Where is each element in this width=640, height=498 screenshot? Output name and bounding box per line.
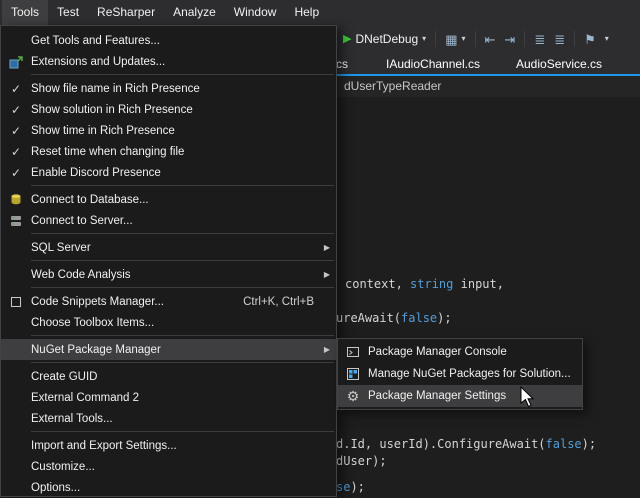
chevron-down-icon[interactable]: ▾ [605, 35, 609, 43]
menu-item-nuget-package-manager[interactable]: NuGet Package Manager ▶ [1, 339, 336, 360]
menu-item-show-solution-in-rich-presence[interactable]: ✓ Show solution in Rich Presence [1, 99, 336, 120]
menu-item-show-time-in-rich-presence[interactable]: ✓ Show time in Rich Presence [1, 120, 336, 141]
menubar: Tools Test ReSharper Analyze Window Help [0, 0, 640, 25]
start-debug-button[interactable]: ▶ DNetDebug ▾ [343, 32, 426, 46]
checkmark-icon: ✓ [11, 82, 21, 96]
toolbar-separator [524, 31, 525, 47]
menu-item-connect-to-server[interactable]: Connect to Server... [1, 210, 336, 231]
menu-item-enable-discord-presence[interactable]: ✓ Enable Discord Presence [1, 162, 336, 183]
list-members-icon[interactable]: ≣ [534, 33, 545, 46]
navigate-forward-icon[interactable]: ⇥ [504, 33, 515, 46]
menubar-item-tools[interactable]: Tools [2, 0, 48, 25]
menubar-item-analyze[interactable]: Analyze [164, 0, 225, 25]
checkmark-icon: ✓ [11, 124, 21, 138]
run-config-label: DNetDebug [355, 32, 418, 46]
menubar-item-window[interactable]: Window [225, 0, 286, 25]
menu-item-package-manager-console[interactable]: Package Manager Console [338, 341, 582, 363]
chevron-down-icon: ▾ [422, 35, 426, 43]
code-line: d.Id, userId).ConfigureAwait(false); [336, 437, 596, 451]
submenu-arrow-icon: ▶ [318, 243, 330, 252]
menu-item-manage-nuget-packages-for-solution[interactable]: Manage NuGet Packages for Solution... [338, 363, 582, 385]
start-debug-icon: ▶ [343, 34, 351, 45]
console-icon [346, 345, 360, 359]
menu-item-get-tools-and-features[interactable]: Get Tools and Features... [1, 30, 336, 51]
parameter-info-icon[interactable]: ≣ [554, 33, 565, 46]
code-line: ureAwait(false); [336, 311, 452, 325]
menu-separator [31, 335, 334, 336]
menu-item-sql-server[interactable]: SQL Server ▶ [1, 237, 336, 258]
toolbar-separator [574, 31, 575, 47]
toolbar-separator [435, 31, 436, 47]
menu-item-options[interactable]: Options... [1, 477, 336, 498]
extensions-icon [9, 55, 23, 69]
attach-button[interactable]: ▦ ▾ [445, 33, 465, 46]
menu-item-show-file-name-in-rich-presence[interactable]: ✓ Show file name in Rich Presence [1, 78, 336, 99]
menu-separator [31, 287, 334, 288]
menu-item-connect-to-database[interactable]: Connect to Database... [1, 189, 336, 210]
menu-separator [31, 362, 334, 363]
nuget-submenu: Package Manager Console Manage NuGet Pac… [337, 338, 583, 410]
menubar-item-help[interactable]: Help [285, 0, 328, 25]
code-line: context, string input, [345, 277, 504, 291]
navigate-back-icon[interactable]: ⇤ [485, 33, 496, 46]
server-icon [9, 214, 23, 228]
menu-item-choose-toolbox-items[interactable]: Choose Toolbox Items... [1, 312, 336, 333]
menu-item-web-code-analysis[interactable]: Web Code Analysis ▶ [1, 264, 336, 285]
attach-icon: ▦ [445, 33, 457, 46]
bookmark-icon[interactable]: ⚑ [584, 33, 596, 46]
breadcrumb-type-label: dUserTypeReader [344, 79, 441, 93]
database-icon [9, 193, 23, 207]
gear-icon: ⚙ [347, 388, 360, 405]
submenu-arrow-icon: ▶ [318, 270, 330, 279]
menu-item-extensions-and-updates[interactable]: Extensions and Updates... [1, 51, 336, 72]
menu-separator [31, 431, 334, 432]
menu-item-external-command-2[interactable]: External Command 2 [1, 387, 336, 408]
menu-item-external-tools[interactable]: External Tools... [1, 408, 336, 429]
submenu-arrow-icon: ▶ [318, 345, 330, 354]
menu-separator [31, 260, 334, 261]
menu-item-code-snippets-manager[interactable]: Code Snippets Manager... Ctrl+K, Ctrl+B [1, 291, 336, 312]
snippets-icon [9, 295, 23, 309]
menu-item-reset-time-when-changing-file[interactable]: ✓ Reset time when changing file [1, 141, 336, 162]
tab-audioservice[interactable]: AudioService.cs [508, 54, 610, 74]
toolbar-separator [475, 31, 476, 47]
menu-separator [31, 185, 334, 186]
code-line: dUser); [336, 454, 387, 468]
tools-menu: Get Tools and Features... Extensions and… [0, 25, 337, 497]
checkmark-icon: ✓ [11, 145, 21, 159]
checkmark-icon: ✓ [11, 166, 21, 180]
menubar-item-test[interactable]: Test [48, 0, 88, 25]
menu-shortcut: Ctrl+K, Ctrl+B [243, 296, 314, 308]
checkmark-icon: ✓ [11, 103, 21, 117]
menu-separator [31, 233, 334, 234]
menu-item-customize[interactable]: Customize... [1, 456, 336, 477]
tab-iaudiochannel[interactable]: IAudioChannel.cs [378, 54, 488, 74]
menubar-item-resharper[interactable]: ReSharper [88, 0, 164, 25]
code-line: se); [336, 480, 365, 494]
chevron-down-icon: ▾ [461, 35, 465, 43]
menu-item-import-and-export-settings[interactable]: Import and Export Settings... [1, 435, 336, 456]
packages-icon [346, 367, 360, 381]
menu-separator [31, 74, 334, 75]
menu-item-package-manager-settings[interactable]: ⚙ Package Manager Settings [338, 385, 582, 407]
menu-item-create-guid[interactable]: Create GUID [1, 366, 336, 387]
